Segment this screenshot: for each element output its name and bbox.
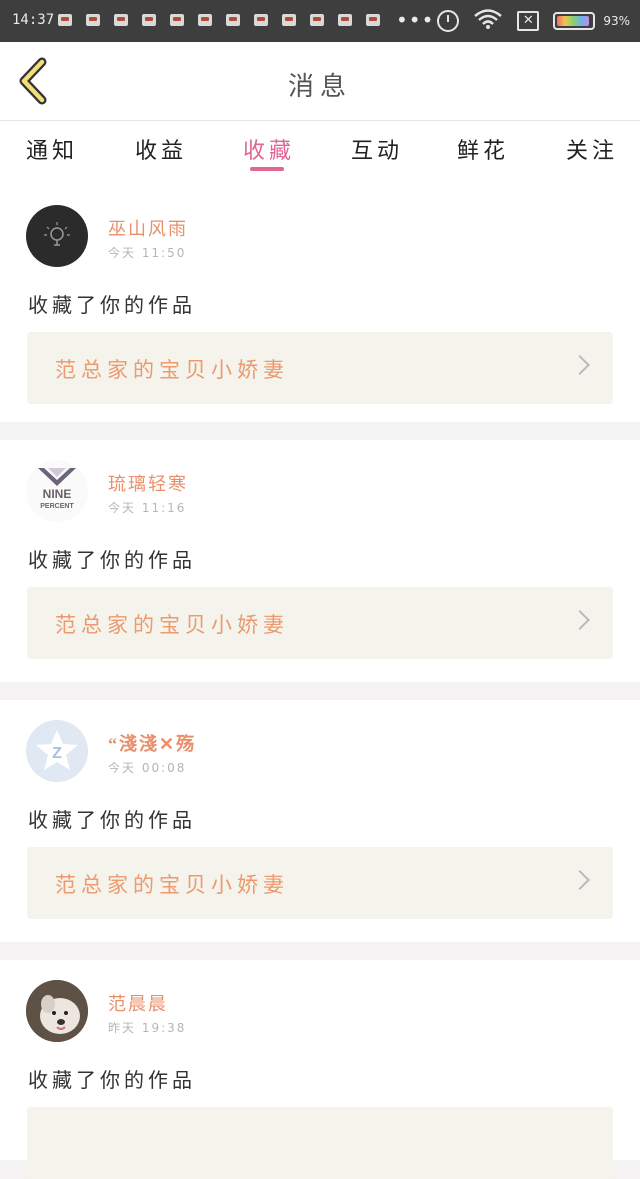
work-title: 范总家的宝贝小娇妻 [55,358,289,382]
battery-percent: 93% [603,14,630,28]
avatar[interactable]: NINE PERCENT [26,460,88,522]
username[interactable]: 巫山风雨 [108,215,188,241]
work-link[interactable]: 范总家的宝贝小娇妻 [27,587,613,659]
app-notification-icon [170,14,184,26]
no-sim-icon: ✕ [517,11,540,31]
tab-earnings[interactable]: 收益 [135,133,187,165]
avatar[interactable]: Z [26,720,88,782]
tab-flowers[interactable]: 鲜花 [457,133,509,165]
list-item: NINE PERCENT 琉璃轻寒 今天 11:16 收藏了你的作品 范总家的宝… [0,440,640,682]
wifi-icon [473,8,503,34]
avatar[interactable] [26,980,88,1042]
username[interactable]: 范晨晨 [108,990,168,1016]
battery-icon [553,12,596,30]
timestamp: 昨天 19:38 [108,1021,187,1035]
battery-level [557,16,590,26]
app-notification-icon [338,14,352,26]
svg-text:PERCENT: PERCENT [40,503,74,510]
avatar[interactable] [26,205,88,267]
active-tab-indicator [250,167,284,171]
chevron-right-icon [570,610,590,630]
app-notification-icon [254,14,268,26]
chevron-right-icon [570,355,590,375]
work-title: 范总家的宝贝小娇妻 [55,873,289,897]
app-notification-icon [198,14,212,26]
work-title: 范总家的宝贝小娇妻 [55,613,289,637]
notification-icons [58,14,394,26]
alarm-icon [437,10,460,32]
nine-percent-logo-icon: NINE PERCENT [38,468,76,510]
app-notification-icon [86,14,100,26]
list-item: Z “淺淺✕殇 今天 00:08 收藏了你的作品 范总家的宝贝小娇妻 [0,700,640,942]
default-avatar-icon: Z [36,730,78,770]
work-link[interactable]: 范总家的宝贝小娇妻 [27,332,613,404]
dog-photo-icon [26,980,88,1042]
list-item: 范晨晨 昨天 19:38 收藏了你的作品 [0,960,640,1179]
list-item: 巫山风雨 今天 11:50 收藏了你的作品 范总家的宝贝小娇妻 [0,185,640,422]
lightbulb-icon [44,222,70,246]
app-notification-icon [58,14,72,26]
work-link[interactable] [27,1107,613,1179]
page-title: 消息 [287,72,352,101]
tab-interactions[interactable]: 互动 [351,133,403,165]
app-notification-icon [310,14,324,26]
action-text: 收藏了你的作品 [28,295,196,317]
username[interactable]: “淺淺✕殇 [108,730,196,756]
tab-notice[interactable]: 通知 [26,133,78,165]
app-notification-icon [366,14,380,26]
username[interactable]: 琉璃轻寒 [108,470,188,496]
chevron-right-icon [570,870,590,890]
action-text: 收藏了你的作品 [28,550,196,572]
timestamp: 今天 11:50 [108,246,187,260]
tab-following[interactable]: 关注 [566,133,618,165]
timestamp: 今天 11:16 [108,501,187,515]
tab-favorites[interactable]: 收藏 [243,133,295,165]
action-text: 收藏了你的作品 [28,1070,196,1092]
work-link[interactable]: 范总家的宝贝小娇妻 [27,847,613,919]
svg-text:NINE: NINE [43,487,72,501]
svg-text:Z: Z [52,745,62,762]
tab-bar: 通知 收益 收藏 互动 鲜花 关注 [0,121,640,185]
app-notification-icon [226,14,240,26]
timestamp: 今天 00:08 [108,761,187,775]
app-notification-icon [142,14,156,26]
status-bar: 14:37 ••• ✕ 93% [0,0,640,42]
action-text: 收藏了你的作品 [28,810,196,832]
app-notification-icon [282,14,296,26]
app-notification-icon [114,14,128,26]
top-bar: 消息 [0,42,640,121]
status-time: 14:37 [12,12,55,28]
